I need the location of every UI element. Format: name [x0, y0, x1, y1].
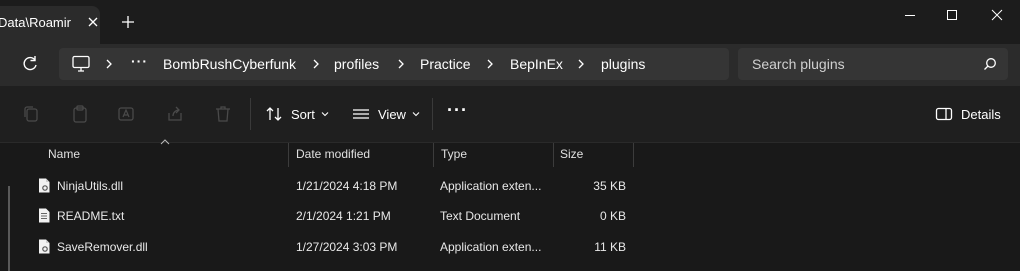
column-resizer[interactable] — [553, 143, 554, 167]
details-button[interactable]: Details — [935, 100, 1001, 128]
file-date: 1/21/2024 4:18 PM — [296, 179, 398, 193]
search-input[interactable]: Search plugins — [738, 48, 1008, 80]
chevron-right-icon[interactable] — [311, 58, 321, 70]
close-icon — [991, 9, 1003, 21]
file-size: 35 KB — [593, 179, 626, 193]
breadcrumb-item-practice[interactable]: Practice — [420, 56, 471, 72]
column-header-size[interactable]: Size — [560, 147, 583, 161]
dll-file-icon — [39, 178, 50, 193]
refresh-icon[interactable] — [19, 53, 41, 75]
column-header-name[interactable]: Name — [48, 147, 80, 161]
breadcrumb-overflow[interactable]: ··· — [131, 53, 148, 69]
this-pc-icon[interactable] — [71, 55, 91, 73]
chevron-right-icon[interactable] — [104, 58, 114, 70]
file-type: Application exten... — [440, 179, 542, 193]
file-list: Name Date modified Type Size NinjaUtils.… — [0, 139, 1020, 271]
file-row-saveremover[interactable]: SaveRemover.dll 1/27/2024 3:03 PM Applic… — [0, 232, 1020, 262]
breadcrumb[interactable]: ··· BombRushCyberfunk profiles Practice … — [59, 48, 729, 80]
toolbar-divider — [432, 98, 433, 130]
details-label: Details — [961, 106, 1001, 122]
view-label: View — [378, 106, 406, 122]
minimize-button[interactable] — [887, 0, 933, 30]
more-options-icon: ··· — [447, 99, 468, 120]
view-button[interactable]: View — [352, 100, 420, 128]
column-header-type[interactable]: Type — [441, 147, 467, 161]
command-bar: Sort View ··· Details — [0, 86, 1020, 143]
column-resizer[interactable] — [433, 143, 434, 167]
file-row-ninjautils[interactable]: NinjaUtils.dll 1/21/2024 4:18 PM Applica… — [0, 171, 1020, 201]
new-tab-icon[interactable] — [120, 14, 136, 30]
file-name: SaveRemover.dll — [57, 240, 148, 254]
rename-icon[interactable] — [117, 104, 137, 124]
file-name: NinjaUtils.dll — [57, 179, 124, 193]
column-header-row: Name Date modified Type Size — [0, 143, 1020, 167]
dll-file-icon — [39, 239, 50, 254]
details-pane-icon — [935, 107, 953, 121]
minimize-icon — [905, 15, 915, 16]
tab-title: Data\Roamir — [0, 15, 71, 30]
delete-icon[interactable] — [213, 104, 233, 124]
chevron-down-icon — [321, 112, 329, 117]
toolbar-divider — [250, 98, 251, 130]
column-resizer[interactable] — [288, 143, 289, 167]
maximize-icon — [947, 10, 957, 20]
breadcrumb-item-profiles[interactable]: profiles — [334, 56, 379, 72]
search-icon — [984, 58, 996, 70]
file-date: 1/27/2024 3:03 PM — [296, 240, 398, 254]
file-name: README.txt — [57, 209, 125, 223]
file-date: 2/1/2024 1:21 PM — [296, 209, 391, 223]
chevron-down-icon — [412, 112, 420, 117]
chevron-right-icon[interactable] — [576, 58, 586, 70]
chevron-right-icon[interactable] — [396, 58, 406, 70]
share-icon[interactable] — [165, 104, 185, 124]
address-bar: ··· BombRushCyberfunk profiles Practice … — [0, 44, 1020, 86]
sort-icon — [266, 107, 282, 121]
sort-label: Sort — [291, 106, 315, 122]
close-window-button[interactable] — [974, 0, 1020, 30]
view-icon — [353, 109, 369, 119]
more-options-button[interactable]: ··· — [447, 96, 468, 124]
tab-current[interactable]: Data\Roamir — [0, 6, 100, 44]
file-size: 11 KB — [594, 240, 626, 254]
breadcrumb-item-bombrushcyberfunk[interactable]: BombRushCyberfunk — [163, 56, 296, 72]
chevron-right-icon[interactable] — [485, 58, 495, 70]
search-placeholder: Search plugins — [752, 56, 845, 72]
file-type: Text Document — [440, 209, 521, 223]
text-file-icon — [39, 208, 50, 223]
file-size: 0 KB — [599, 209, 626, 223]
title-bar: Data\Roamir — [0, 0, 1020, 44]
sort-button[interactable]: Sort — [265, 100, 329, 128]
copy-icon[interactable] — [21, 104, 41, 124]
close-tab-icon[interactable] — [85, 14, 100, 30]
paste-icon[interactable] — [70, 104, 90, 124]
column-header-date-modified[interactable]: Date modified — [296, 147, 370, 161]
maximize-button[interactable] — [929, 0, 975, 30]
file-row-readme[interactable]: README.txt 2/1/2024 1:21 PM Text Documen… — [0, 201, 1020, 231]
file-type: Application exten... — [440, 240, 542, 254]
breadcrumb-item-bepinex[interactable]: BepInEx — [510, 56, 563, 72]
breadcrumb-item-plugins[interactable]: plugins — [601, 56, 645, 72]
column-resizer[interactable] — [633, 143, 634, 167]
